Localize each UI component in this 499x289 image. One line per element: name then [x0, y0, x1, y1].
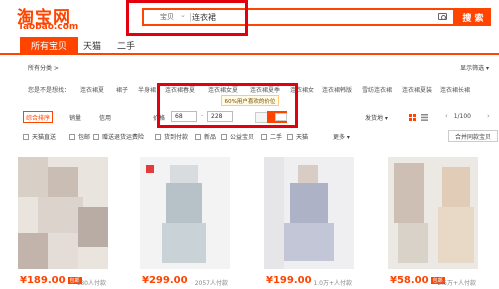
merge-same-items-button[interactable]: 合并同款宝贝 [448, 130, 498, 142]
filter-label: 天猫直送 [32, 134, 57, 141]
filter-row: 天猫直送 包邮 赠送退货运费险 货到付款 新品 公益宝贝 二手 天猫 更多 ▾ … [21, 130, 499, 142]
checkbox[interactable] [23, 133, 29, 140]
chevron-down-icon[interactable]: ⌄ [180, 11, 186, 19]
search-divider [190, 13, 191, 22]
filter-label: 天猫 [296, 134, 309, 141]
suggestion-item[interactable]: 裙子 [116, 85, 128, 94]
filter-item[interactable]: 公益宝贝 [221, 132, 254, 141]
chevron-right-icon[interactable]: › [487, 112, 490, 120]
suggestion-item[interactable]: 连衣裙长裙 [440, 85, 470, 94]
product-card[interactable]: ¥199.00 1.0万+人付款 [264, 157, 354, 289]
price-max-input[interactable]: 228 [207, 111, 233, 122]
ship-from-select[interactable]: 发货地 ▾ [365, 113, 388, 122]
checkbox[interactable] [287, 133, 293, 140]
search-bar: 宝贝 ⌄ [142, 8, 455, 26]
filter-label: 包邮 [78, 134, 91, 141]
price-value: ¥58.00 [390, 275, 429, 286]
filter-item[interactable]: 赠送退货运费险 [93, 132, 144, 141]
checkbox[interactable] [155, 133, 161, 140]
taobao-logo-subtitle: Taobao.com [18, 22, 79, 32]
display-filter-toggle[interactable]: 显示筛选 ▾ [460, 63, 489, 72]
camera-icon[interactable] [438, 13, 447, 20]
tab-tmall[interactable]: 天猫 [80, 37, 104, 54]
filter-item[interactable]: 二手 [261, 132, 282, 141]
checkbox[interactable] [69, 133, 75, 140]
sort-bar: 综合排序 销量 信用 价格 68 - 228 发货地 ▾ ‹ 1/100 › [21, 111, 499, 125]
product-card[interactable]: ¥58.00 包邮 2.5万+人付款 [388, 157, 478, 289]
grid-view-icon[interactable] [409, 114, 416, 121]
product-image[interactable] [140, 157, 230, 269]
price-value: ¥299.00 [142, 275, 188, 286]
filter-item[interactable]: 包邮 [69, 132, 90, 141]
filter-label: 二手 [270, 134, 283, 141]
breadcrumb[interactable]: 所有分类 > [28, 63, 59, 72]
search-button[interactable]: 搜 索 [455, 8, 491, 26]
price-value: ¥189.00 [20, 275, 66, 286]
suggestion-item[interactable]: 连衣裙夏装 [402, 85, 432, 94]
pagination-indicator: 1/100 [453, 113, 471, 120]
price-dash: - [201, 112, 204, 119]
price-label[interactable]: 价格 [153, 113, 165, 122]
filter-label: 公益宝贝 [230, 134, 255, 141]
tab-second-hand[interactable]: 二手 [112, 37, 140, 54]
sort-credit[interactable]: 信用 [95, 111, 115, 123]
suggestion-item[interactable]: 半身裙 [138, 85, 156, 94]
product-card[interactable]: ¥299.00 2057人付款 [140, 157, 230, 289]
checkbox[interactable] [195, 133, 201, 140]
price-value: ¥199.00 [266, 275, 312, 286]
product-card[interactable]: ¥189.00 包邮 130人付款 [18, 157, 108, 289]
product-price: ¥189.00 包邮 [20, 275, 82, 286]
product-sales: 130人付款 [76, 280, 106, 287]
price-distribution-handle[interactable] [275, 113, 287, 121]
filter-label: 货到付款 [164, 134, 189, 141]
filter-item[interactable]: 天猫直送 [23, 132, 56, 141]
suggestion-label: 您是不是想找： [28, 87, 71, 94]
filter-more[interactable]: 更多 ▾ [333, 132, 350, 141]
suggestion-row: 您是不是想找： 连衣裙夏 裙子 半身裙 连衣裙春夏 连衣裙女夏 连衣裙夏季 连衣… [28, 85, 498, 95]
filter-item[interactable]: 新品 [195, 132, 216, 141]
suggestion-item[interactable]: 连衣裙韩版 [322, 85, 352, 94]
tab-all-items[interactable]: 所有宝贝 [20, 37, 78, 54]
suggestion-item[interactable]: 连衣裙夏 [80, 85, 104, 94]
sort-sales[interactable]: 销量 [65, 111, 85, 123]
product-image[interactable] [264, 157, 354, 269]
product-image[interactable] [18, 157, 108, 269]
filter-item[interactable]: 货到付款 [155, 132, 188, 141]
filter-item[interactable]: 天猫 [287, 132, 308, 141]
product-image[interactable] [388, 157, 478, 269]
filter-label: 赠送退货运费险 [102, 134, 145, 141]
search-input[interactable] [192, 11, 432, 24]
list-view-icon[interactable] [421, 114, 428, 121]
suggestion-item[interactable]: 连衣裙女夏 [208, 85, 238, 94]
checkbox[interactable] [93, 133, 99, 140]
product-price: ¥199.00 [266, 275, 312, 286]
chevron-left-icon[interactable]: ‹ [445, 112, 448, 120]
tab-bar: 所有宝贝 天猫 二手 [0, 37, 499, 55]
search-scope-select[interactable]: 宝贝 [160, 12, 174, 22]
product-price: ¥299.00 [142, 275, 188, 286]
suggestion-item[interactable]: 连衣裙春夏 [165, 85, 195, 94]
price-min-input[interactable]: 68 [171, 111, 197, 122]
checkbox[interactable] [261, 133, 267, 140]
product-sales: 2.5万+人付款 [437, 280, 476, 287]
sort-comprehensive[interactable]: 综合排序 [23, 111, 53, 123]
suggestion-item[interactable]: 雪纺连衣裙 [362, 85, 392, 94]
suggestion-item[interactable]: 连衣裙夏季 [250, 85, 280, 94]
price-tooltip: 60%用户喜欢的价位 [221, 95, 279, 106]
filter-label: 新品 [204, 134, 217, 141]
product-price: ¥58.00 包邮 [390, 275, 445, 286]
suggestion-item[interactable]: 连衣裙女 [290, 85, 314, 94]
checkbox[interactable] [221, 133, 227, 140]
product-sales: 2057人付款 [194, 280, 228, 287]
product-sales: 1.0万+人付款 [313, 280, 352, 287]
